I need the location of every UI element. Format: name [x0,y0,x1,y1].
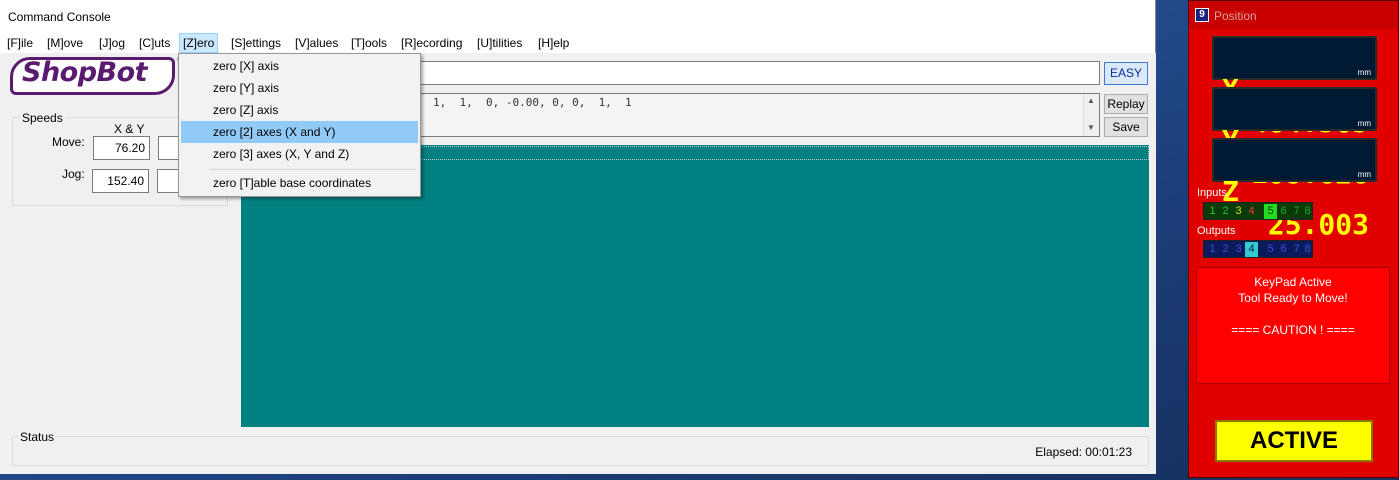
menu-item-zero-table-base[interactable]: zero [T]able base coordinates [181,172,418,194]
position-titlebar[interactable]: 9 Position [1189,1,1398,29]
menu-file[interactable]: [F]ile [4,33,36,53]
replay-button[interactable]: Replay [1104,94,1148,114]
speeds-group-label: Speeds [20,111,65,125]
jog-speed-label: Jog: [62,167,85,181]
x-readout: X 464.565 mm [1212,36,1377,139]
menu-help[interactable]: [H]elp [535,33,572,53]
menu-values[interactable]: [V]alues [292,33,341,53]
status-group-label: Status [18,430,57,444]
input-6: 6 [1280,205,1287,217]
output-1: 1 [1209,243,1216,255]
input-5: 5 [1264,204,1277,219]
x-unit: mm [1357,68,1371,77]
move-speed-z-field[interactable] [158,136,180,160]
logo-text: ShopBot [22,57,148,88]
app-icon: 9 [1195,8,1209,22]
y-readout: Y -108.626 mm [1212,87,1377,190]
menu-item-zero-z[interactable]: zero [Z] axis [181,99,418,121]
command-input[interactable] [420,61,1100,85]
command-console-window: Command Console [F]ile [M]ove [J]og [C]u… [0,0,1156,474]
inputs-label: Inputs [1197,187,1227,199]
move-speed-xy-field[interactable]: 76.20 [93,136,150,160]
status-message-box: KeyPad Active Tool Ready to Move! ==== C… [1196,267,1390,384]
output-4: 4 [1245,242,1258,257]
y-unit: mm [1357,119,1371,128]
z-readout: Z 25.003 mm [1212,138,1377,241]
menu-jog[interactable]: [J]og [96,33,128,53]
output-5: 5 [1267,243,1274,255]
output-6: 6 [1280,243,1287,255]
message-line-3: ==== CAUTION ! ==== [1231,323,1355,337]
menu-zero[interactable]: [Z]ero [179,33,219,53]
save-button[interactable]: Save [1104,117,1148,137]
output-2: 2 [1222,243,1229,255]
active-button[interactable]: ACTIVE [1215,420,1373,462]
history-text: 1, 1, 0, -0.00, 0, 0, 1, 1 [433,96,632,109]
menu-cuts[interactable]: [C]uts [136,33,173,53]
menu-recording[interactable]: [R]ecording [398,33,465,53]
output-8: 8 [1304,243,1311,255]
menu-settings[interactable]: [S]ettings [228,33,284,53]
input-1: 1 [1209,205,1216,217]
input-4: 4 [1248,205,1255,217]
console-client-area: ShopBot ® EASY 1, 1, 0, -0.00, 0, 0, 1, … [0,53,1156,474]
outputs-label: Outputs [1197,225,1236,237]
shopbot-logo: ShopBot ® [10,55,183,99]
message-line-1: KeyPad Active [1254,275,1332,289]
outputs-indicator-row: 1 2 3 4 5 6 7 8 [1203,240,1313,258]
position-body: X 464.565 mm Y -108.626 mm Z 25.003 mm I… [1191,30,1396,475]
menu-utilities[interactable]: [U]tilities [474,33,525,53]
menu-item-zero-2-axes[interactable]: zero [2] axes (X and Y) [181,121,418,143]
input-7: 7 [1293,205,1300,217]
status-group [12,436,1149,466]
menu-item-zero-y[interactable]: zero [Y] axis [181,77,418,99]
menu-separator [209,169,416,170]
position-window: 9 Position X 464.565 mm Y -108.626 mm Z … [1188,0,1399,478]
easy-button[interactable]: EASY [1104,62,1148,85]
menu-item-zero-x[interactable]: zero [X] axis [181,55,418,77]
position-title: Position [1214,9,1257,23]
window-title: Command Console [8,10,111,24]
scroll-down-icon[interactable]: ▼ [1087,123,1095,132]
menu-item-zero-3-axes[interactable]: zero [3] axes (X, Y and Z) [181,143,418,165]
input-2: 2 [1222,205,1229,217]
message-line-2: Tool Ready to Move! [1238,291,1348,305]
input-3: 3 [1235,205,1242,217]
history-scrollbar[interactable]: ▲ ▼ [1083,94,1099,136]
jog-speed-xy-field[interactable]: 152.40 [92,169,149,193]
move-speed-label: Move: [52,135,85,149]
input-8: 8 [1304,205,1311,217]
z-unit: mm [1357,170,1371,179]
speed-column-label: X & Y [114,122,145,136]
zero-dropdown-menu: zero [X] axis zero [Y] axis zero [Z] axi… [178,53,421,197]
elapsed-time: Elapsed: 00:01:23 [1035,445,1132,459]
output-3: 3 [1235,243,1242,255]
scroll-up-icon[interactable]: ▲ [1087,96,1095,105]
command-history[interactable]: 1, 1, 0, -0.00, 0, 0, 1, 1 ▲ ▼ [420,93,1100,137]
jog-speed-z-field[interactable] [157,169,179,193]
menu-bar: [F]ile [M]ove [J]og [C]uts [Z]ero [S]ett… [0,33,1156,53]
menu-tools[interactable]: [T]ools [348,33,390,53]
menu-move[interactable]: [M]ove [44,33,86,53]
output-7: 7 [1293,243,1300,255]
inputs-indicator-row: 1 2 3 4 5 6 7 8 [1203,202,1313,220]
